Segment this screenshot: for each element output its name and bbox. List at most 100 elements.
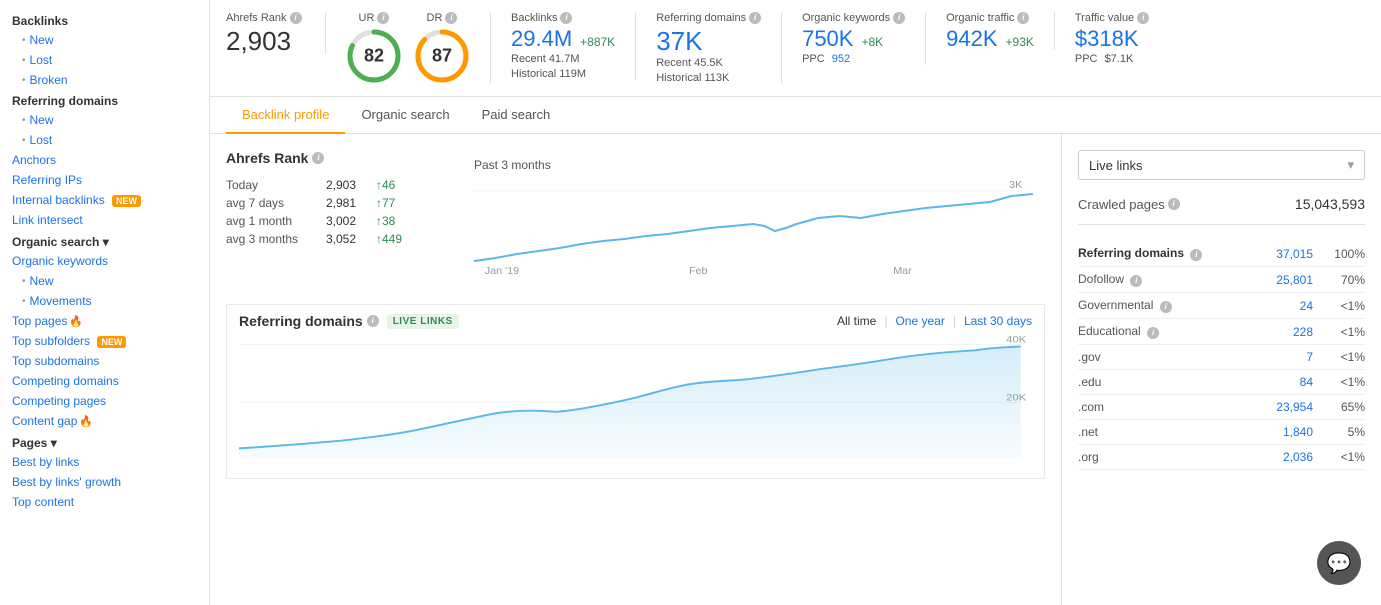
time-option-one-year[interactable]: One year xyxy=(895,314,944,328)
dr-label: DR i xyxy=(427,12,458,24)
dofollow-pct: 70% xyxy=(1325,273,1365,287)
new-badge: NEW xyxy=(97,336,126,348)
ar-chart-svg: 3K Jan '19 Feb Mar xyxy=(474,176,1033,276)
rd-info-icon[interactable]: i xyxy=(749,12,761,24)
right-panel: Live links ▾ Crawled pages i 15,043,593 … xyxy=(1061,134,1381,605)
net-pct: 5% xyxy=(1325,425,1365,439)
gov-tld-pct: <1% xyxy=(1325,350,1365,364)
time-option-all-time[interactable]: All time xyxy=(837,314,876,328)
stat-referring-domains: Referring domains i 37K Recent 45.5K His… xyxy=(636,12,782,84)
chat-button[interactable]: 💬 xyxy=(1317,541,1361,585)
sidebar-section-backlinks[interactable]: Backlinks xyxy=(0,10,209,30)
rd-historical: Historical 113K xyxy=(656,72,761,84)
ahrefs-rank-info-icon[interactable]: i xyxy=(290,12,302,24)
ar-info-icon[interactable]: i xyxy=(312,152,324,164)
crawled-info-icon[interactable]: i xyxy=(1168,198,1180,210)
ot-info-icon[interactable]: i xyxy=(1017,12,1029,24)
gov-info-icon[interactable]: i xyxy=(1160,301,1172,313)
bullet-icon: • xyxy=(22,276,26,287)
edu-pct: <1% xyxy=(1325,325,1365,339)
backlinks-label: Backlinks i xyxy=(511,12,615,24)
bullet-icon: • xyxy=(22,296,26,307)
ur-info-icon[interactable]: i xyxy=(377,12,389,24)
sidebar-item-best-by-links-growth[interactable]: Best by links' growth xyxy=(0,472,209,492)
rd-total-pct: 100% xyxy=(1325,247,1365,261)
com-value: 23,954 xyxy=(1276,400,1313,414)
rd-recent: Recent 45.5K xyxy=(656,57,761,69)
sidebar-item-backlinks-lost[interactable]: • Lost xyxy=(0,50,209,70)
rd-edu-row: .edu 84 <1% xyxy=(1078,370,1365,395)
referring-domains-label: Referring domains i xyxy=(656,12,761,24)
sidebar-item-competing-domains[interactable]: Competing domains xyxy=(0,371,209,391)
sidebar-item-competing-pages[interactable]: Competing pages xyxy=(0,391,209,411)
sidebar-item-top-subdomains[interactable]: Top subdomains xyxy=(0,351,209,371)
edu-info-icon[interactable]: i xyxy=(1147,327,1159,339)
sidebar-item-top-pages[interactable]: Top pages xyxy=(0,311,209,331)
bullet-icon: • xyxy=(22,35,26,46)
svg-text:Feb: Feb xyxy=(689,266,708,276)
stat-organic-keywords: Organic keywords i 750K +8K PPC 952 xyxy=(782,12,926,65)
rd-gov-row: .gov 7 <1% xyxy=(1078,345,1365,370)
main-panel: Ahrefs Rank i 2,903 UR i 82 xyxy=(210,0,1381,605)
ot-label: Organic traffic i xyxy=(946,12,1034,24)
rd-chart-info-icon[interactable]: i xyxy=(367,315,379,327)
dofollow-info-icon[interactable]: i xyxy=(1130,275,1142,287)
svg-text:40K: 40K xyxy=(1006,334,1026,345)
stat-organic-traffic: Organic traffic i 942K +93K xyxy=(926,12,1055,50)
stat-ahrefs-rank: Ahrefs Rank i 2,903 xyxy=(226,12,326,54)
sidebar-item-rd-lost[interactable]: • Lost xyxy=(0,130,209,150)
tab-paid-search[interactable]: Paid search xyxy=(466,97,567,134)
tab-organic-search[interactable]: Organic search xyxy=(345,97,465,134)
stats-bar: Ahrefs Rank i 2,903 UR i 82 xyxy=(210,0,1381,97)
sidebar-item-ok-new[interactable]: • New xyxy=(0,271,209,291)
sidebar-item-referring-ips[interactable]: Referring IPs xyxy=(0,170,209,190)
sidebar-item-internal-backlinks[interactable]: Internal backlinks NEW xyxy=(0,190,209,210)
sidebar-item-best-by-links[interactable]: Best by links xyxy=(0,452,209,472)
rd-chart-container: 40K 20K xyxy=(227,333,1044,478)
chart-time-label: Past 3 months xyxy=(474,158,551,172)
rd-dofollow-row: Dofollow i 25,801 70% xyxy=(1078,267,1365,293)
sidebar-item-ok-movements[interactable]: • Movements xyxy=(0,291,209,311)
ok-label: Organic keywords i xyxy=(802,12,905,24)
backlinks-info-icon[interactable]: i xyxy=(560,12,572,24)
sidebar-item-backlinks-new[interactable]: • New xyxy=(0,30,209,50)
dr-info-icon[interactable]: i xyxy=(445,12,457,24)
dr-value: 87 xyxy=(432,46,452,67)
ahrefs-rank-label: Ahrefs Rank i xyxy=(226,12,305,24)
live-links-dropdown[interactable]: Live links ▾ xyxy=(1078,150,1365,180)
tv-info-icon[interactable]: i xyxy=(1137,12,1149,24)
sidebar-item-top-content[interactable]: Top content xyxy=(0,492,209,512)
time-option-last-30[interactable]: Last 30 days xyxy=(964,314,1032,328)
ok-value: 750K xyxy=(802,28,853,50)
net-value: 1,840 xyxy=(1283,425,1313,439)
rd-value: 37K xyxy=(656,28,761,54)
rank-row-today: Today 2,903 ↑46 xyxy=(226,178,446,192)
sidebar-section-referring-domains[interactable]: Referring domains xyxy=(0,90,209,110)
live-links-badge: LIVE LINKS xyxy=(387,314,459,329)
ref-domains-right-section: Referring domains i 37,015 100% Dofollow… xyxy=(1078,241,1365,470)
ot-delta: +93K xyxy=(1006,35,1034,49)
ok-ppc-value[interactable]: 952 xyxy=(832,53,850,65)
sidebar-item-top-subfolders[interactable]: Top subfolders NEW xyxy=(0,331,209,351)
ok-ppc: PPC 952 xyxy=(802,53,905,65)
sidebar-item-link-intersect[interactable]: Link intersect xyxy=(0,210,209,230)
dropdown-arrow-icon: ▾ xyxy=(1347,157,1354,173)
tab-backlink-profile[interactable]: Backlink profile xyxy=(226,97,345,134)
sidebar-item-anchors[interactable]: Anchors xyxy=(0,150,209,170)
new-badge: NEW xyxy=(112,195,141,207)
sidebar-item-organic-keywords[interactable]: Organic keywords xyxy=(0,251,209,271)
sidebar-item-backlinks-broken[interactable]: • Broken xyxy=(0,70,209,90)
ok-info-icon[interactable]: i xyxy=(893,12,905,24)
sidebar-item-content-gap[interactable]: Content gap xyxy=(0,411,209,431)
backlinks-delta: +887K xyxy=(580,35,615,49)
backlinks-recent: Recent 41.7M xyxy=(511,53,615,65)
ot-value: 942K xyxy=(946,28,997,50)
rd-right-info-icon[interactable]: i xyxy=(1190,249,1202,261)
sidebar-item-rd-new[interactable]: • New xyxy=(0,110,209,130)
rank-stats: Today 2,903 ↑46 avg 7 days 2,981 ↑77 avg… xyxy=(226,178,446,246)
org-value: 2,036 xyxy=(1283,450,1313,464)
dr-circle: 87 xyxy=(414,28,470,84)
sidebar-section-pages[interactable]: Pages ▾ xyxy=(0,431,209,452)
gov-tld-value: 7 xyxy=(1306,350,1313,364)
sidebar-section-organic-search[interactable]: Organic search ▾ xyxy=(0,230,209,251)
